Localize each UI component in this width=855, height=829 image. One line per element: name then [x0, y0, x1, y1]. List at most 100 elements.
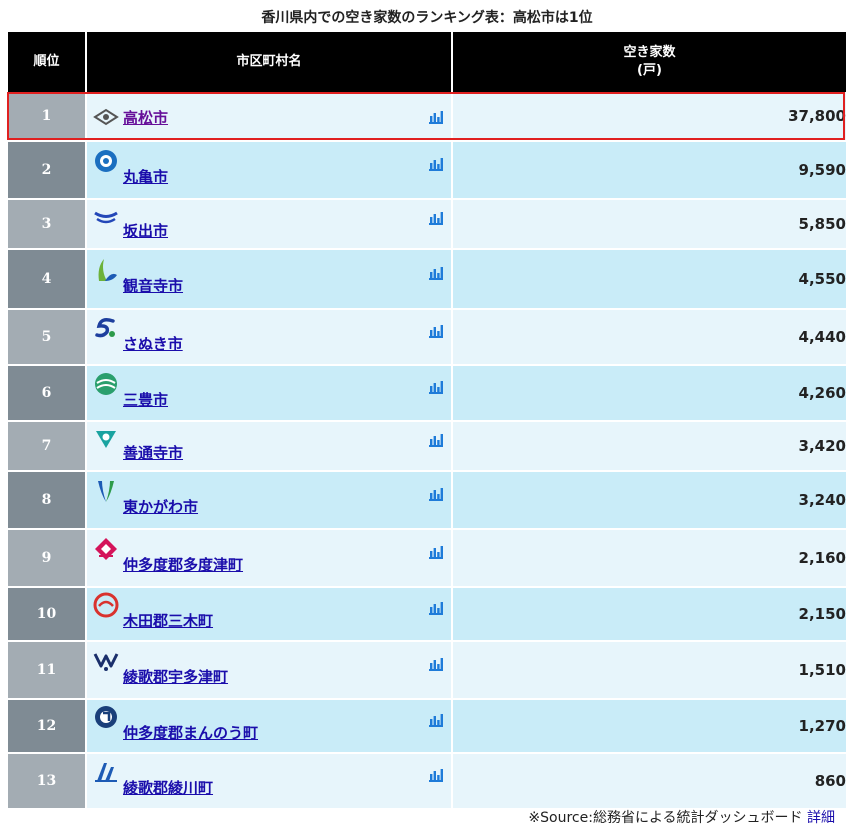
rank-cell: 9: [8, 529, 87, 588]
ayagawa-emblem-icon: [93, 759, 119, 785]
bar-chart-icon[interactable]: [429, 109, 443, 124]
table-row: 7 善通寺市 3,420: [8, 421, 846, 472]
municipality-link[interactable]: 丸亀市: [123, 166, 168, 187]
bar-chart-icon[interactable]: [429, 323, 443, 338]
municipality-link[interactable]: 善通寺市: [123, 442, 183, 463]
utazu-emblem-icon: [93, 648, 119, 674]
miki-emblem-icon: [93, 592, 119, 618]
municipality-cell: 仲多度郡多度津町: [86, 529, 453, 588]
rank-cell: 13: [8, 753, 87, 810]
municipality-link[interactable]: 綾歌郡宇多津町: [123, 666, 228, 687]
municipality-cell: 観音寺市: [86, 249, 453, 310]
table-row: 5 さぬき市 4,440: [8, 309, 846, 366]
rank-cell: 4: [8, 249, 87, 310]
value-column-header: 空き家数 (戸): [452, 32, 846, 92]
municipality-link[interactable]: 三豊市: [123, 389, 168, 410]
vacant-houses-value: 860: [452, 753, 846, 810]
rank-cell: 10: [8, 587, 87, 642]
takamatsu-emblem-icon: [93, 104, 119, 130]
municipality-link[interactable]: 高松市: [123, 107, 168, 128]
bar-chart-icon[interactable]: [429, 486, 443, 501]
kanonji-emblem-icon: [93, 257, 119, 283]
marugame-emblem-icon: [93, 148, 119, 174]
bar-chart-icon[interactable]: [429, 767, 443, 782]
municipality-link[interactable]: 坂出市: [123, 220, 168, 241]
table-row: 11 綾歌郡宇多津町 1,510: [8, 641, 846, 700]
rank-cell: 12: [8, 699, 87, 754]
municipality-cell: 木田郡三木町: [86, 587, 453, 642]
municipality-link[interactable]: 綾歌郡綾川町: [123, 777, 213, 798]
source-text: ※Source:総務省による統計ダッシュボード: [528, 810, 803, 826]
rank-column-header: 順位: [8, 32, 87, 92]
table-row: 9 仲多度郡多度津町 2,160: [8, 529, 846, 588]
vacant-houses-value: 2,160: [452, 529, 846, 588]
sakaide-emblem-icon: [93, 204, 119, 230]
vacant-houses-value: 37,800: [452, 92, 846, 142]
manno-emblem-icon: [93, 704, 119, 730]
vacant-houses-value: 3,240: [452, 471, 846, 530]
municipality-cell: 三豊市: [86, 365, 453, 422]
municipality-link[interactable]: さぬき市: [123, 333, 183, 354]
rank-cell: 7: [8, 421, 87, 472]
rank-cell: 3: [8, 199, 87, 250]
municipality-link[interactable]: 東かがわ市: [123, 496, 198, 517]
vacant-houses-value: 9,590: [452, 141, 846, 200]
table-header-row: 順位 市区町村名 空き家数 (戸): [8, 32, 846, 92]
municipality-cell: さぬき市: [86, 309, 453, 366]
name-column-header: 市区町村名: [86, 32, 453, 92]
bar-chart-icon[interactable]: [429, 544, 443, 559]
municipality-cell: 綾歌郡宇多津町: [86, 641, 453, 700]
municipality-cell: 仲多度郡まんのう町: [86, 699, 453, 754]
municipality-cell: 綾歌郡綾川町: [86, 753, 453, 810]
higashikagawa-emblem-icon: [93, 478, 119, 504]
vacant-houses-value: 4,440: [452, 309, 846, 366]
vacant-houses-value: 4,260: [452, 365, 846, 422]
vacant-houses-value: 1,510: [452, 641, 846, 700]
municipality-cell: 高松市: [86, 92, 453, 142]
municipality-link[interactable]: 仲多度郡まんのう町: [123, 722, 258, 743]
rank-cell: 2: [8, 141, 87, 200]
rank-cell: 1: [8, 92, 87, 142]
bar-chart-icon[interactable]: [429, 156, 443, 171]
value-header-line2: (戸): [637, 63, 662, 78]
bar-chart-icon[interactable]: [429, 656, 443, 671]
bar-chart-icon[interactable]: [429, 265, 443, 280]
ranking-table: 順位 市区町村名 空き家数 (戸) 1 高松市 37,800 2 丸亀市 9,590 3 坂出…: [8, 32, 846, 810]
rank-cell: 11: [8, 641, 87, 700]
municipality-link[interactable]: 観音寺市: [123, 275, 183, 296]
vacant-houses-value: 1,270: [452, 699, 846, 754]
table-row: 4 観音寺市 4,550: [8, 249, 846, 310]
rank-cell: 8: [8, 471, 87, 530]
vacant-houses-value: 2,150: [452, 587, 846, 642]
municipality-cell: 坂出市: [86, 199, 453, 250]
table-row: 3 坂出市 5,850: [8, 199, 846, 250]
bar-chart-icon[interactable]: [429, 432, 443, 447]
table-caption: 香川県内での空き家数のランキング表：高松市は1位: [261, 10, 593, 26]
rank-cell: 6: [8, 365, 87, 422]
vacant-houses-value: 5,850: [452, 199, 846, 250]
rank-cell: 5: [8, 309, 87, 366]
vacant-houses-value: 4,550: [452, 249, 846, 310]
municipality-cell: 丸亀市: [86, 141, 453, 200]
table-row: 10 木田郡三木町 2,150: [8, 587, 846, 642]
municipality-cell: 東かがわ市: [86, 471, 453, 530]
bar-chart-icon[interactable]: [429, 712, 443, 727]
value-header-line1: 空き家数: [623, 45, 676, 60]
bar-chart-icon[interactable]: [429, 379, 443, 394]
municipality-link[interactable]: 木田郡三木町: [123, 610, 213, 631]
municipality-link[interactable]: 仲多度郡多度津町: [123, 554, 243, 575]
table-row: 6 三豊市 4,260: [8, 365, 846, 422]
source-detail-link[interactable]: 詳細: [807, 810, 835, 826]
source-note: ※Source:総務省による統計ダッシュボード 詳細: [528, 810, 835, 826]
sanuki-emblem-icon: [93, 315, 119, 341]
vacant-houses-value: 3,420: [452, 421, 846, 472]
bar-chart-icon[interactable]: [429, 600, 443, 615]
table-row: 12 仲多度郡まんのう町 1,270: [8, 699, 846, 754]
table-row: 1 高松市 37,800: [8, 92, 846, 142]
bar-chart-icon[interactable]: [429, 210, 443, 225]
tadotsu-emblem-icon: [93, 536, 119, 562]
table-row: 13 綾歌郡綾川町 860: [8, 753, 846, 810]
municipality-cell: 善通寺市: [86, 421, 453, 472]
zentsuji-emblem-icon: [93, 426, 119, 452]
table-row: 8 東かがわ市 3,240: [8, 471, 846, 530]
